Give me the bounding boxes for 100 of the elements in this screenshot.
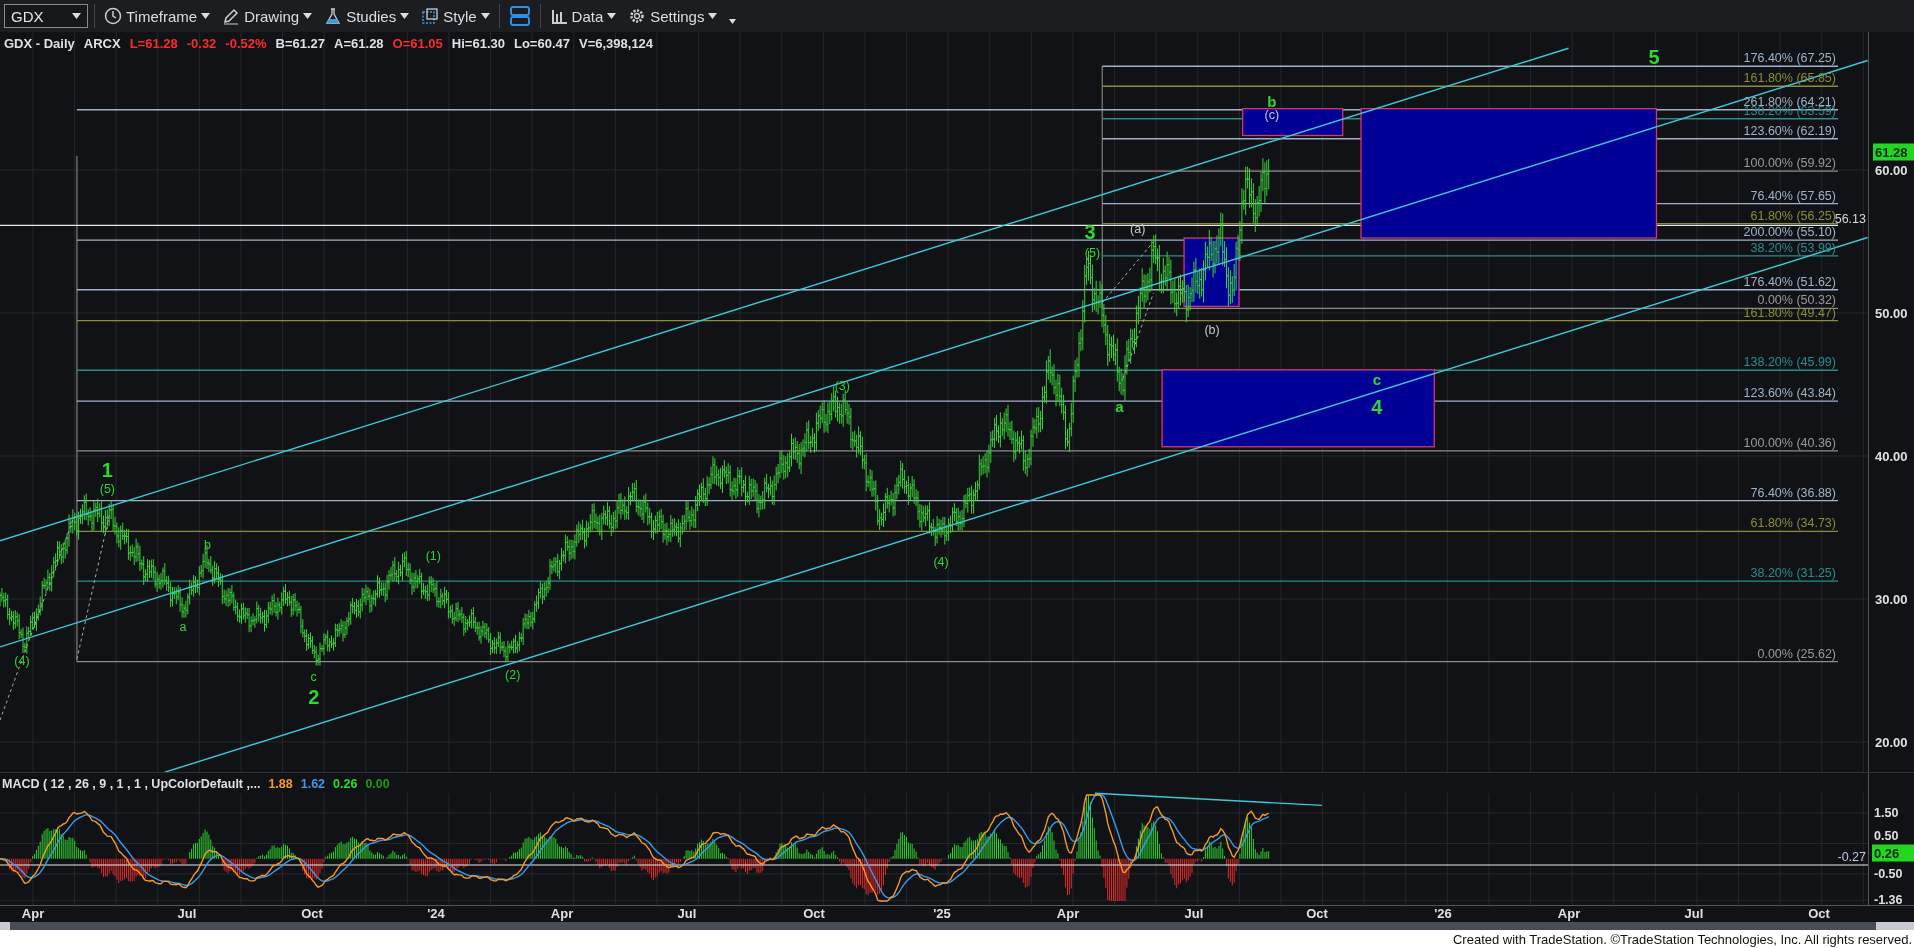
price-axis-label: 30.00 (1875, 591, 1908, 607)
wave-label: (c) (1264, 108, 1280, 123)
price-axis-label: 50.00 (1875, 305, 1908, 321)
wave-label: (4) (933, 554, 949, 569)
quote-field: ARCX (83, 36, 121, 51)
wave-label: c (310, 669, 317, 684)
indicator-value: 1.62 (300, 777, 326, 791)
pencil-icon (222, 7, 241, 25)
menu-button[interactable]: Settings (625, 5, 721, 27)
time-axis-label: Apr (21, 906, 45, 921)
fib-level-label: 176.40% (67.25) (1743, 51, 1836, 66)
time-axis-label: Jul (677, 906, 697, 921)
fib-level-label: 123.60% (62.19) (1743, 123, 1836, 138)
indicator-value: 0.26 (333, 777, 358, 791)
wave-label: a (1115, 397, 1124, 415)
quote-field: B=61.27 (275, 36, 326, 51)
flask-icon (324, 7, 343, 25)
quote-field: -0.52% (225, 36, 267, 51)
last-value-tag: 0.26 (1872, 844, 1914, 862)
menu-button[interactable]: Drawing (219, 5, 316, 27)
clock-icon (104, 7, 122, 25)
caret-icon (708, 13, 718, 19)
reference-price-label: 56.13 (1834, 212, 1866, 227)
menu-button[interactable]: Style (418, 5, 493, 27)
time-axis-label: Apr (550, 906, 574, 921)
zero-line-label: -0.27 (1837, 850, 1866, 864)
quote-field: Lo=60.47 (513, 36, 570, 51)
macd-axis-label: 0.50 (1874, 828, 1899, 843)
wave-label: b (1267, 92, 1277, 110)
price-axis-label: 40.00 (1875, 448, 1908, 464)
last-price-tag: 61.28 (1873, 143, 1914, 161)
indicator-title: MACD ( 12 , 26 , 9 , 1 , 1 , UpColorDefault ,... (2, 777, 261, 791)
time-axis-label: Oct (301, 906, 323, 921)
time-axis-label: Jul (1184, 906, 1204, 921)
wave-label: (5) (99, 481, 116, 496)
price-axis-label: 60.00 (1875, 162, 1908, 178)
fib-level-label: 38.20% (53.99) (1750, 240, 1836, 255)
fib-level-label: 123.60% (43.84) (1743, 386, 1836, 401)
caret-icon (607, 13, 617, 19)
symbol-dropdown[interactable]: GDX (4, 4, 88, 28)
wave-label: (2) (505, 668, 521, 683)
fib-level-label: 0.00% (50.32) (1757, 293, 1836, 308)
fib-level-label: 38.20% (31.25) (1750, 566, 1836, 581)
wave-label: 5 (1648, 46, 1660, 69)
scrollbar[interactable] (0, 922, 1914, 930)
menu-button[interactable]: Data (546, 5, 620, 27)
wave-label: 2 (308, 686, 320, 708)
caret-icon (72, 13, 81, 19)
macd-axis-label: 1.50 (1874, 806, 1899, 820)
time-axis-label: Oct (803, 906, 825, 921)
wave-label: 4 (1371, 395, 1383, 418)
caret-icon (729, 18, 737, 24)
quote-field: Hi=61.30 (451, 36, 505, 51)
wave-label: 1 (101, 459, 113, 481)
fib-level-label: 61.80% (34.73) (1750, 516, 1836, 531)
quote-field: V=6,398,124 (579, 36, 654, 51)
menu-button[interactable]: Timeframe (101, 5, 214, 27)
fib-level-label: 100.00% (59.92) (1743, 156, 1836, 171)
wave-label: (b) (1204, 323, 1220, 337)
time-axis-label: Apr (1557, 906, 1581, 921)
scrollbar-thumb[interactable] (1876, 922, 1914, 930)
time-axis-label: '26 (1434, 906, 1452, 921)
macd-axis-label: -0.50 (1874, 867, 1903, 881)
wave-label: a (179, 619, 187, 634)
quote-field: GDX - Daily (4, 36, 75, 51)
caret-icon (400, 13, 410, 19)
quote-field: L=61.28 (129, 36, 178, 51)
wave-label: c (1372, 370, 1382, 388)
caret-icon (480, 13, 490, 19)
time-axis-label: Jul (1684, 906, 1704, 921)
quote-field: O=61.05 (392, 36, 443, 51)
wave-label: (4) (14, 653, 30, 668)
fib-level-label: 176.40% (51.62) (1743, 274, 1836, 289)
quote-field: A=61.28 (334, 36, 384, 51)
indicator-value: 1.88 (268, 777, 293, 791)
wave-label: (3) (834, 379, 850, 394)
fib-level-label: 138.20% (45.99) (1743, 355, 1836, 370)
fib-level-label: 76.40% (57.65) (1750, 188, 1836, 203)
time-axis-label: Jul (177, 906, 197, 921)
fib-level-label: 0.00% (25.62) (1757, 646, 1836, 661)
copyright-notice: Created with TradeStation. ©TradeStation Technologies, Inc. All rights reserved. (1452, 932, 1912, 947)
wave-label: (5) (1084, 246, 1101, 261)
wave-label: b (204, 537, 211, 552)
time-axis-label: Apr (1056, 906, 1080, 921)
indicator-value: 0.00 (365, 777, 390, 791)
fib-level-label: 61.80% (56.25) (1750, 208, 1836, 223)
bar-chart-icon (549, 7, 568, 25)
fib-level-label: 200.00% (55.10) (1743, 225, 1836, 240)
wave-label: 3 (1084, 220, 1096, 243)
scrollbar-thumb[interactable] (0, 922, 10, 930)
caret-icon (303, 13, 313, 19)
layout-icon (508, 5, 531, 27)
menu-button[interactable]: Studies (321, 5, 413, 27)
quote-field: -0.32 (186, 36, 217, 51)
price-axis-label: 20.00 (1875, 734, 1908, 750)
macd-axis-label: -1.36 (1874, 893, 1903, 908)
wave-label: (1) (425, 548, 441, 563)
time-axis-label: Oct (1808, 906, 1830, 921)
fib-level-label: 100.00% (40.36) (1743, 435, 1836, 450)
gear-icon (628, 7, 647, 25)
